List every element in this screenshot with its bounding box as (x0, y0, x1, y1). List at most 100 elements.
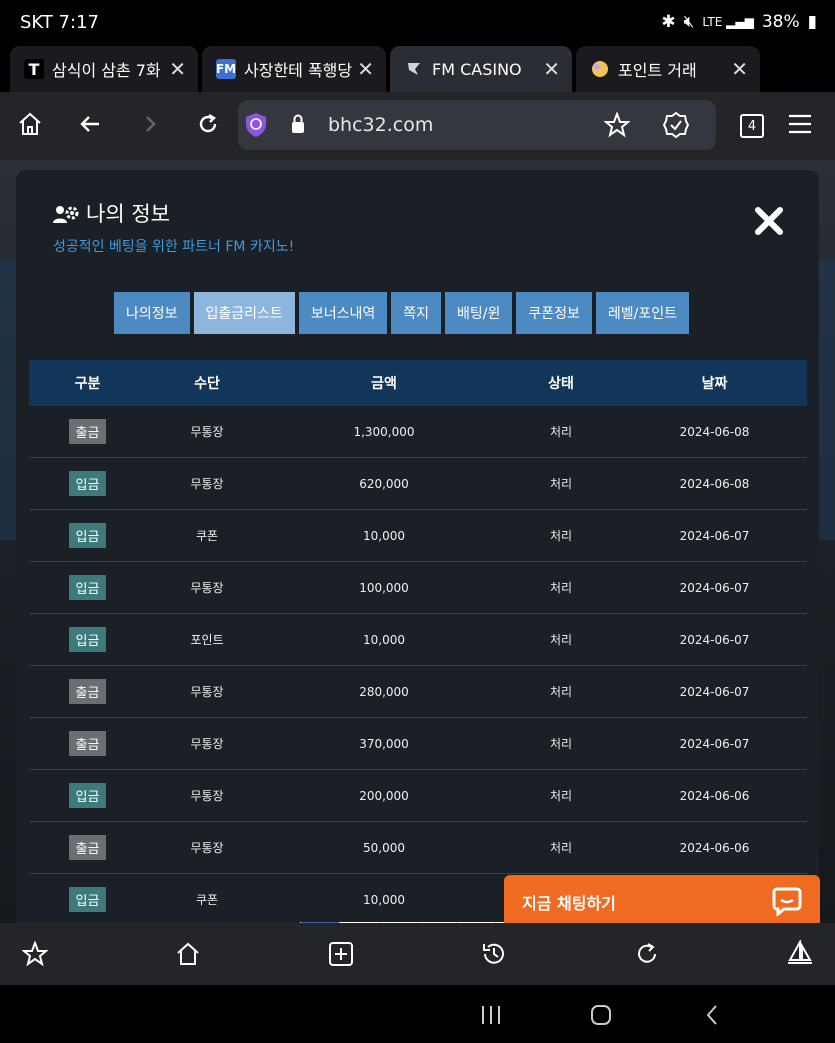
add-bookmark-icon[interactable] (326, 939, 356, 969)
amount-cell: 10,000 (268, 509, 500, 562)
table-row: 출금 무통장 1,300,000 처리 2024-06-08 (29, 406, 807, 458)
type-cell: 입금 (29, 457, 146, 510)
tab-level-points[interactable]: 레벨/포인트 (595, 292, 689, 334)
status-cell: 처리 (500, 769, 622, 822)
back-button-icon[interactable] (700, 1003, 724, 1027)
type-cell: 입금 (29, 873, 146, 923)
browser-tab[interactable]: FM 사장한테 폭행당 ✕ (202, 46, 386, 92)
tab-coupon-info[interactable]: 쿠폰정보 (516, 292, 592, 334)
close-tab-icon[interactable]: ✕ (731, 57, 748, 81)
points-favicon-icon (590, 59, 610, 79)
status-cell: 처리 (500, 509, 622, 562)
bluetooth-icon: ✱ (661, 12, 676, 32)
modal-title: 나의 정보 (86, 202, 170, 226)
my-info-modal: 나의 정보 성공적인 베팅을 위한 파트너 FM 카지노! 나의정보 입출금리스… (16, 170, 819, 923)
close-icon[interactable] (754, 206, 784, 240)
type-cell: 입금 (29, 769, 146, 822)
web-page: 나의 정보 성공적인 베팅을 위한 파트너 FM 카지노! 나의정보 입출금리스… (0, 160, 835, 923)
close-tab-icon[interactable]: ✕ (543, 57, 560, 81)
menu-icon[interactable] (784, 108, 816, 140)
date-cell: 2024-06-06 (622, 769, 807, 822)
home-button-icon[interactable] (589, 1003, 613, 1027)
tab-messages[interactable]: 쪽지 (391, 292, 441, 334)
privacy-shield-icon[interactable] (244, 112, 268, 142)
status-cell: 처리 (500, 406, 622, 458)
column-header: 상태 (500, 360, 622, 406)
live-chat-button[interactable]: 지금 채팅하기 (504, 875, 820, 927)
status-cell: 처리 (500, 821, 622, 874)
type-badge: 입금 (68, 471, 107, 496)
date-cell: 2024-06-07 (622, 509, 807, 562)
table-row: 입금 포인트 10,000 처리 2024-06-07 (29, 613, 807, 666)
type-badge: 입금 (68, 887, 107, 912)
home-icon[interactable] (14, 108, 46, 140)
type-badge: 출금 (68, 419, 107, 444)
verified-badge-icon[interactable] (662, 111, 690, 143)
type-badge: 입금 (68, 783, 107, 808)
tab-count-button[interactable]: 4 (740, 114, 764, 138)
close-tab-icon[interactable]: ✕ (357, 57, 374, 81)
modal-subtitle: 성공적인 베팅을 위한 파트너 FM 카지노! (53, 239, 295, 255)
table-row: 출금 무통장 370,000 처리 2024-06-07 (29, 717, 807, 770)
amount-cell: 370,000 (268, 717, 500, 770)
tab-bonus-history[interactable]: 보너스내역 (298, 292, 388, 334)
history-icon[interactable] (479, 939, 509, 969)
type-badge: 입금 (68, 627, 107, 652)
method-cell: 무통장 (146, 457, 268, 510)
info-tab-buttons: 나의정보 입출금리스트 보너스내역 쪽지 배팅/윈 쿠폰정보 레벨/포인트 (114, 292, 689, 334)
home-icon[interactable] (173, 939, 203, 969)
browser-tab[interactable]: T 삼식이 삼촌 7화 ✕ (10, 46, 198, 92)
mute-icon: 🔇︎ (683, 12, 695, 32)
method-cell: 포인트 (146, 613, 268, 666)
back-icon[interactable] (74, 108, 106, 140)
tab-transactions[interactable]: 입출금리스트 (193, 292, 295, 334)
recent-apps-icon[interactable] (479, 1003, 503, 1027)
table-row: 입금 쿠폰 10,000 처리 2024-06-07 (29, 509, 807, 562)
reload-icon[interactable] (192, 108, 224, 140)
forward-icon[interactable] (134, 108, 166, 140)
tab-my-info[interactable]: 나의정보 (114, 292, 190, 334)
lock-icon (290, 114, 306, 138)
method-cell: 무통장 (146, 821, 268, 874)
browser-tab[interactable]: 포인트 거래 ✕ (576, 46, 760, 92)
status-icons: ✱ 🔇︎ LTE ▂▄▆ 38% ▮ (661, 12, 817, 32)
refresh-icon[interactable] (632, 939, 662, 969)
type-cell: 입금 (29, 561, 146, 614)
amount-cell: 10,000 (268, 613, 500, 666)
date-cell: 2024-06-07 (622, 613, 807, 666)
type-badge: 입금 (68, 523, 107, 548)
table-row: 입금 무통장 200,000 처리 2024-06-06 (29, 769, 807, 822)
users-gear-icon (52, 204, 82, 230)
url-field[interactable]: bhc32.com (238, 100, 716, 150)
tab-title: FM CASINO (432, 59, 522, 79)
close-tab-icon[interactable]: ✕ (169, 57, 186, 81)
date-cell: 2024-06-06 (622, 821, 807, 874)
tab-title: 포인트 거래 (618, 61, 697, 80)
status-time: SKT 7:17 (20, 12, 99, 33)
type-cell: 입금 (29, 509, 146, 562)
status-cell: 처리 (500, 665, 622, 718)
type-badge: 출금 (68, 835, 107, 860)
amount-cell: 620,000 (268, 457, 500, 510)
tab-betting-win[interactable]: 배팅/윈 (444, 292, 513, 334)
tab-strip: T 삼식이 삼촌 7화 ✕ FM 사장한테 폭행당 ✕ FM CASINO ✕ … (0, 46, 835, 131)
status-cell: 처리 (500, 613, 622, 666)
type-cell: 출금 (29, 406, 146, 458)
method-cell: 무통장 (146, 665, 268, 718)
type-cell: 입금 (29, 613, 146, 666)
amount-cell: 10,000 (268, 873, 500, 923)
table-row: 입금 무통장 100,000 처리 2024-06-07 (29, 561, 807, 614)
date-cell: 2024-06-07 (622, 665, 807, 718)
battery-level: 38% (761, 12, 800, 32)
type-cell: 출금 (29, 717, 146, 770)
amount-cell: 1,300,000 (268, 406, 500, 458)
browser-tab-active[interactable]: FM CASINO ✕ (390, 46, 572, 92)
casino-logo-icon (404, 59, 424, 79)
tab-title: 사장한테 폭행당 (244, 61, 352, 80)
column-header: 수단 (146, 360, 268, 406)
date-cell: 2024-06-08 (622, 457, 807, 510)
bookmarks-icon[interactable] (20, 939, 50, 969)
amount-cell: 50,000 (268, 821, 500, 874)
bookmark-star-icon[interactable] (603, 111, 631, 142)
sail-icon[interactable] (785, 939, 815, 969)
